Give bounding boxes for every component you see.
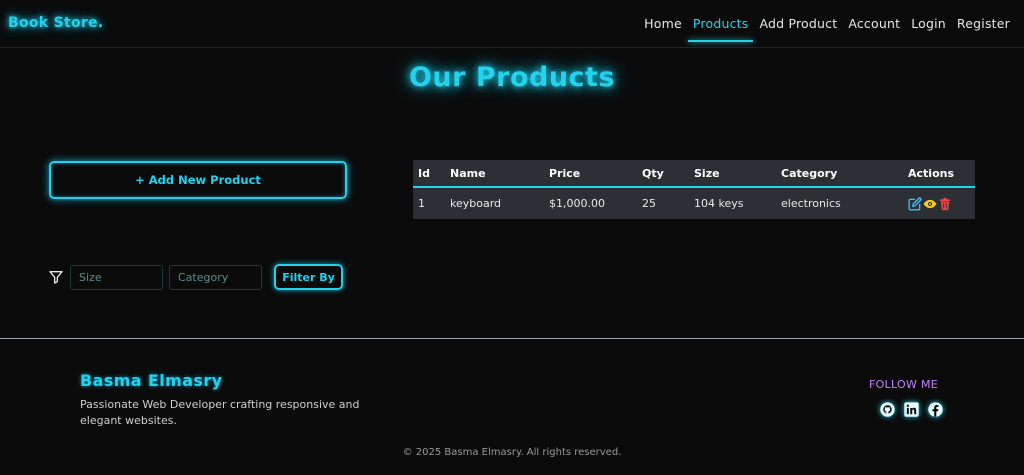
follow-me-label: FOLLOW ME — [869, 378, 939, 391]
size-filter-input[interactable] — [70, 264, 163, 290]
facebook-icon[interactable] — [928, 402, 943, 417]
brand-logo[interactable]: Book Store. — [8, 15, 104, 31]
header-category: Category — [781, 166, 838, 180]
nav-add-product[interactable]: Add Product — [759, 16, 837, 41]
nav-account[interactable]: Account — [848, 16, 900, 41]
cell-size: 104 keys — [694, 197, 744, 210]
cell-price: $1,000.00 — [549, 197, 605, 210]
navbar: Book Store. Home Products Add Product Ac… — [0, 0, 1024, 48]
filter-bar: Filter By — [48, 264, 343, 290]
filter-by-button[interactable]: Filter By — [274, 264, 343, 290]
nav-register[interactable]: Register — [957, 16, 1010, 41]
footer-author-name: Basma Elmasry — [80, 371, 223, 390]
header-name: Name — [450, 166, 486, 180]
cell-name: keyboard — [450, 197, 502, 210]
cell-qty: 25 — [642, 197, 656, 210]
footer-description: Passionate Web Developer crafting respon… — [80, 398, 360, 427]
category-filter-input[interactable] — [169, 264, 262, 290]
edit-icon[interactable] — [908, 196, 922, 211]
header-price: Price — [549, 166, 581, 180]
header-id: Id — [418, 166, 430, 180]
header-actions: Actions — [908, 166, 954, 180]
nav-products[interactable]: Products — [687, 16, 754, 42]
cell-id: 1 — [418, 197, 425, 210]
nav-login[interactable]: Login — [911, 16, 946, 41]
footer: Basma Elmasry Passionate Web Developer c… — [0, 338, 1024, 475]
copyright-text: © 2025 Basma Elmasry. All rights reserve… — [402, 447, 622, 458]
cell-category: electronics — [781, 197, 841, 210]
header-size: Size — [694, 166, 720, 180]
eye-icon[interactable] — [923, 197, 937, 211]
nav-menu: Home Products Add Product Account Login … — [644, 16, 1010, 42]
page-title: Our Products — [408, 62, 616, 93]
funnel-icon — [48, 268, 66, 286]
add-new-product-button[interactable]: + Add New Product — [49, 161, 347, 199]
row-actions — [908, 196, 952, 211]
table-header-row: Id Name Price Qty Size Category Actions — [413, 160, 975, 188]
nav-home[interactable]: Home — [644, 16, 682, 41]
table-row: 1 keyboard $1,000.00 25 104 keys electro… — [413, 188, 975, 219]
products-table: Id Name Price Qty Size Category Actions … — [413, 160, 975, 219]
trash-icon[interactable] — [938, 197, 952, 211]
github-icon[interactable] — [880, 402, 895, 417]
header-qty: Qty — [642, 166, 664, 180]
linkedin-icon[interactable] — [904, 402, 919, 417]
social-links — [880, 402, 943, 417]
